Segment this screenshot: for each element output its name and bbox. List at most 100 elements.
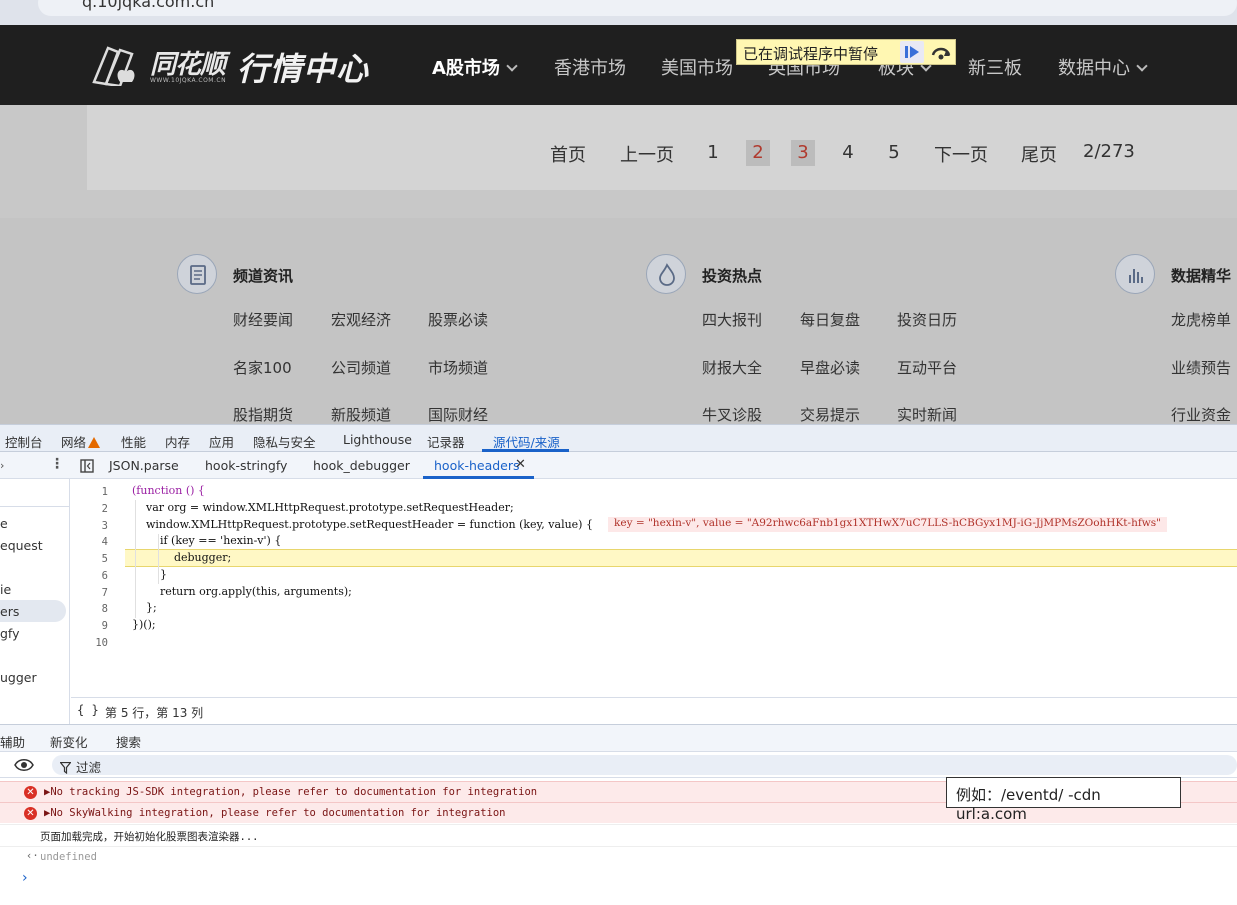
code-line-text: debugger;: [132, 551, 232, 564]
pager-page[interactable]: 4: [836, 140, 860, 166]
line-number[interactable]: 7: [71, 587, 108, 599]
pretty-print-icon[interactable]: { }: [77, 703, 99, 717]
close-icon[interactable]: ✕: [515, 457, 526, 472]
file-tab[interactable]: hook-stringfy: [205, 458, 287, 473]
line-number[interactable]: 9: [71, 620, 108, 632]
eye-icon[interactable]: [14, 757, 34, 776]
pager-prev[interactable]: 上一页: [620, 141, 674, 167]
address-text[interactable]: q.10jqka.com.cn: [82, 0, 214, 11]
step-over-button[interactable]: [929, 41, 953, 63]
error-icon: ✕: [24, 786, 37, 799]
line-number[interactable]: 5: [71, 553, 108, 565]
line-number[interactable]: 2: [71, 503, 108, 515]
warning-icon: [88, 437, 101, 448]
navigator-entry[interactable]: e: [0, 516, 8, 531]
footer-link[interactable]: 股指期货: [233, 404, 293, 425]
message-text: No SkyWalking integration, please refer …: [50, 807, 506, 819]
footer-link[interactable]: 新股频道: [331, 404, 391, 425]
footer-link[interactable]: 牛叉诊股: [702, 404, 762, 425]
logo-brand-text[interactable]: 同花顺: [150, 44, 226, 81]
nav-hk[interactable]: 香港市场: [554, 54, 626, 80]
footer-link[interactable]: 互动平台: [897, 357, 957, 378]
line-number[interactable]: 4: [71, 536, 108, 548]
nav-a-shares[interactable]: A股市场: [432, 54, 518, 80]
hot-topics-icon: [646, 254, 686, 294]
pager-total: 2/273: [1083, 141, 1135, 162]
line-number[interactable]: 10: [71, 637, 108, 649]
tab-recorder[interactable]: 记录器: [427, 432, 465, 451]
pager-page[interactable]: 3: [791, 140, 815, 166]
line-number[interactable]: 3: [71, 520, 108, 532]
line-number[interactable]: 8: [71, 603, 108, 615]
footer-link[interactable]: 股票必读: [428, 309, 488, 330]
navigator-entry[interactable]: equest: [0, 538, 43, 553]
pager-last[interactable]: 尾页: [1021, 141, 1057, 167]
console-log-row: 页面加载完成，开始初始化股票图表渲染器...: [0, 824, 1237, 845]
page-title: 行情中心: [237, 50, 370, 88]
footer-link[interactable]: 财经要闻: [233, 309, 293, 330]
footer-section-title: 投资热点: [702, 267, 763, 285]
footer-link[interactable]: 交易提示: [800, 404, 860, 425]
more-vertical-icon[interactable]: ⋮: [50, 456, 64, 472]
tab-application[interactable]: 应用: [209, 432, 234, 451]
footer-link[interactable]: 投资日历: [897, 309, 957, 330]
step-over-icon: [931, 47, 951, 60]
pager-page-current[interactable]: 2: [746, 140, 770, 166]
drawer-tab[interactable]: 新变化: [50, 732, 88, 751]
line-number[interactable]: 1: [71, 486, 108, 498]
file-tab[interactable]: hook_debugger: [313, 458, 410, 473]
chevron-left-icon[interactable]: ›: [0, 459, 4, 472]
navigator-entry-selected[interactable]: ers: [0, 604, 19, 619]
footer-link[interactable]: 每日复盘: [800, 309, 860, 330]
footer-link[interactable]: 早盘必读: [800, 357, 860, 378]
toggle-navigator-icon[interactable]: [80, 458, 94, 477]
footer-link[interactable]: 龙虎榜单: [1171, 309, 1231, 330]
footer: [0, 218, 1237, 424]
filter-icon: [59, 759, 72, 778]
paused-label: 已在调试程序中暂停: [743, 45, 879, 63]
navigator-entry[interactable]: gfy: [0, 626, 20, 641]
resume-button[interactable]: [900, 41, 924, 63]
footer-link[interactable]: 行业资金: [1171, 404, 1231, 425]
console-toolbar: 过滤: [0, 752, 1237, 778]
console-filter[interactable]: 过滤: [52, 755, 1237, 775]
tab-network[interactable]: 网络: [61, 432, 101, 451]
editor-status-bar: { } 第 5 行，第 13 列: [71, 697, 1237, 724]
footer-link[interactable]: 业绩预告: [1171, 357, 1231, 378]
tab-performance[interactable]: 性能: [121, 432, 146, 451]
footer-link[interactable]: 实时新闻: [897, 404, 957, 425]
file-tab-active[interactable]: hook-headers: [434, 458, 520, 473]
pager-next[interactable]: 下一页: [934, 141, 988, 167]
tab-lighthouse[interactable]: Lighthouse: [343, 432, 412, 447]
tab-console[interactable]: 控制台: [5, 432, 43, 451]
nav-us[interactable]: 美国市场: [661, 54, 733, 80]
file-tab[interactable]: JSON.parse: [109, 458, 179, 473]
nav-data-center[interactable]: 数据中心: [1058, 54, 1148, 80]
footer-link[interactable]: 公司频道: [331, 357, 391, 378]
console-result-row: ‹· undefined: [0, 846, 1237, 867]
navigator-entry[interactable]: ie: [0, 582, 11, 597]
message-text: No tracking JS-SDK integration, please r…: [50, 786, 538, 798]
logo-url-text: WWW.10JQKA.COM.CN: [150, 77, 227, 84]
drawer-tab[interactable]: 辅助: [0, 732, 25, 751]
footer-link[interactable]: 宏观经济: [331, 309, 391, 330]
line-number[interactable]: 6: [71, 570, 108, 582]
console-message: 页面加载完成，开始初始化股票图表渲染器...: [40, 831, 259, 843]
pager-page[interactable]: 1: [701, 140, 725, 166]
screenshot-root: q.10jqka.com.cn 同花顺 WWW.10JQKA.COM.CN 行情…: [0, 0, 1237, 905]
footer-link[interactable]: 名家100: [233, 357, 292, 378]
navigator-entry[interactable]: ugger: [0, 670, 37, 685]
nav-neeq[interactable]: 新三板: [968, 54, 1022, 80]
address-pill[interactable]: [38, 0, 1237, 16]
footer-link[interactable]: 市场频道: [428, 357, 488, 378]
footer-link[interactable]: 国际财经: [428, 404, 488, 425]
tab-privacy-security[interactable]: 隐私与安全: [253, 432, 316, 451]
console-prompt-icon[interactable]: ›: [22, 870, 28, 886]
drawer-tab[interactable]: 搜索: [116, 732, 141, 751]
pager-page[interactable]: 5: [882, 140, 906, 166]
tab-memory[interactable]: 内存: [165, 432, 190, 451]
pager-first[interactable]: 首页: [550, 141, 586, 167]
footer-link[interactable]: 财报大全: [702, 357, 762, 378]
footer-link[interactable]: 四大报刊: [702, 309, 762, 330]
console-result: undefined: [40, 851, 97, 863]
